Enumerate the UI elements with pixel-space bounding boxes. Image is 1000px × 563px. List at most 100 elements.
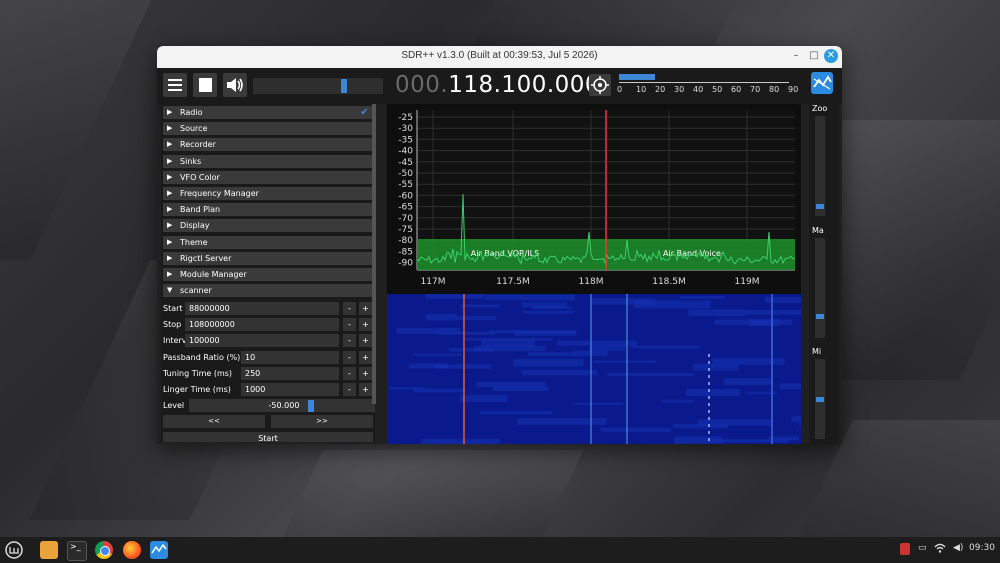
- field-input[interactable]: 1000: [241, 383, 339, 396]
- expand-arrow-icon: ▶: [167, 270, 173, 278]
- field-input[interactable]: 88000000: [185, 302, 339, 315]
- menu-item-source[interactable]: ▶ Source: [163, 122, 373, 136]
- volume-slider[interactable]: [253, 78, 383, 94]
- waterfall-noise: [572, 351, 608, 357]
- waterfall-noise: [459, 395, 508, 402]
- menu-item-scanner[interactable]: ▼ scanner: [163, 284, 373, 298]
- crosshair-icon[interactable]: [589, 74, 611, 96]
- waterfall-noise: [532, 306, 572, 310]
- zoom-slider[interactable]: [815, 116, 825, 216]
- chrome-icon[interactable]: [95, 541, 113, 559]
- waterfall-noise: [489, 330, 577, 334]
- volume-tray-icon[interactable]: ◀): [953, 543, 963, 553]
- waterfall-noise: [480, 411, 552, 415]
- menu-item-sinks[interactable]: ▶ Sinks: [163, 154, 373, 168]
- max-slider[interactable]: [815, 238, 825, 338]
- mint-menu-icon[interactable]: [5, 541, 23, 559]
- waterfall-noise: [631, 345, 700, 349]
- field-input[interactable]: 10: [241, 350, 339, 364]
- band-label-voice: Air Band Voice: [663, 249, 721, 258]
- field-input[interactable]: 100000: [185, 334, 339, 348]
- waterfall-noise: [492, 386, 549, 392]
- x-tick-label: 119M: [735, 277, 760, 287]
- increment-button[interactable]: +: [359, 383, 372, 396]
- menu-item-vfo-color[interactable]: ▶ VFO Color: [163, 170, 373, 184]
- security-icon[interactable]: [900, 543, 910, 555]
- checkmark-icon[interactable]: ✔: [358, 106, 371, 119]
- toolbar: 000.118.100.000 0 10 20 30 40 50 60 70 80 90: [157, 68, 842, 104]
- frequency-main[interactable]: 118.100.000: [448, 72, 600, 98]
- terminal-icon[interactable]: >_: [67, 541, 87, 561]
- stop-icon[interactable]: [193, 73, 217, 97]
- previous-button[interactable]: <<: [163, 415, 265, 429]
- firefox-icon[interactable]: [123, 541, 141, 559]
- menu-item-module-manager[interactable]: ▶ Module Manager: [163, 268, 373, 281]
- menu-item-label: Source: [180, 124, 208, 134]
- level-slider[interactable]: -50.000: [189, 399, 375, 413]
- next-button[interactable]: >>: [271, 415, 373, 429]
- waterfall-noise: [460, 304, 500, 308]
- files-icon[interactable]: [40, 541, 58, 559]
- y-tick-label: -60: [398, 191, 413, 201]
- y-tick-label: -85: [398, 247, 413, 257]
- waterfall-noise: [592, 360, 656, 363]
- spectrum-plot[interactable]: -25-30-35 -40-45-50-55-60 -65-70-75-80-85 -…: [387, 104, 801, 444]
- hamburger-icon[interactable]: [163, 73, 187, 97]
- menu-item-label: Rigctl Server: [180, 253, 232, 263]
- menu-item-rigctl-server[interactable]: ▶ Rigctl Server: [163, 251, 373, 265]
- speaker-icon[interactable]: [223, 73, 247, 97]
- start-button[interactable]: Start: [163, 432, 373, 442]
- field-input[interactable]: 250: [241, 366, 339, 380]
- min-label: Mi: [812, 347, 822, 356]
- increment-button[interactable]: +: [359, 302, 372, 315]
- field-input[interactable]: 108000000: [185, 318, 339, 332]
- increment-button[interactable]: +: [359, 366, 372, 380]
- menu-item-frequency-manager[interactable]: ▶ Frequency Manager: [163, 187, 373, 200]
- menu-item-label: Module Manager: [180, 270, 247, 279]
- min-slider-knob[interactable]: [816, 397, 824, 402]
- increment-button[interactable]: +: [359, 318, 372, 332]
- zoom-slider-knob[interactable]: [816, 204, 824, 209]
- x-tick-label: 118.5M: [652, 277, 686, 287]
- waterfall-noise: [517, 418, 607, 425]
- menu-scrollbar[interactable]: [372, 104, 376, 404]
- waterfall-noise: [768, 436, 800, 441]
- scanner-field-row: Start 88000000- +: [163, 302, 373, 315]
- expand-arrow-icon: ▶: [167, 156, 173, 165]
- menu-item-label: VFO Color: [180, 172, 220, 182]
- decrement-button[interactable]: -: [343, 350, 356, 364]
- menu-item-display[interactable]: ▶ Display: [163, 219, 373, 233]
- waterfall-noise: [791, 416, 801, 422]
- sdrpp-logo: [811, 72, 833, 94]
- sdrpp-icon[interactable]: [150, 541, 168, 559]
- menu-item-band-plan[interactable]: ▶ Band Plan: [163, 203, 373, 217]
- decrement-button[interactable]: -: [343, 334, 356, 348]
- waterfall-noise: [528, 352, 574, 357]
- frequency-display[interactable]: 000.118.100.000: [395, 72, 600, 98]
- waterfall-noise: [712, 358, 785, 365]
- x-tick-label: 117M: [421, 277, 446, 287]
- menu-item-recorder[interactable]: ▶ Recorder: [163, 138, 373, 152]
- waterfall-noise: [686, 389, 740, 397]
- field-label: Linger Time (ms): [163, 385, 231, 394]
- decrement-button[interactable]: -: [343, 366, 356, 380]
- volume-slider-knob[interactable]: [341, 79, 347, 93]
- minimize-button[interactable]: –: [789, 49, 803, 63]
- menu-item-theme[interactable]: ▶ Theme: [163, 235, 373, 249]
- increment-button[interactable]: +: [359, 334, 372, 348]
- wifi-icon[interactable]: [934, 543, 946, 556]
- window-title: SDR++ v1.3.0 (Built at 00:39:53, Jul 5 2…: [401, 50, 598, 61]
- maximize-button[interactable]: □: [807, 49, 821, 63]
- decrement-button[interactable]: -: [343, 383, 356, 396]
- increment-button[interactable]: +: [359, 350, 372, 364]
- decrement-button[interactable]: -: [343, 318, 356, 332]
- files-tray-icon[interactable]: ▭: [918, 543, 927, 553]
- frequency-prefix[interactable]: 000.: [395, 72, 448, 98]
- decrement-button[interactable]: -: [343, 302, 356, 315]
- clock[interactable]: 09:30: [969, 543, 995, 553]
- level-slider-knob[interactable]: [308, 400, 314, 413]
- menu-item-radio[interactable]: ▶ Radio ✔: [163, 106, 373, 119]
- fft-display[interactable]: -25 -30 -35 -40 -45 -50 -55 -60 -65 -70 -75 -80 -85 -…: [387, 104, 801, 444]
- max-slider-knob[interactable]: [816, 314, 824, 319]
- close-button[interactable]: ✕: [824, 49, 838, 63]
